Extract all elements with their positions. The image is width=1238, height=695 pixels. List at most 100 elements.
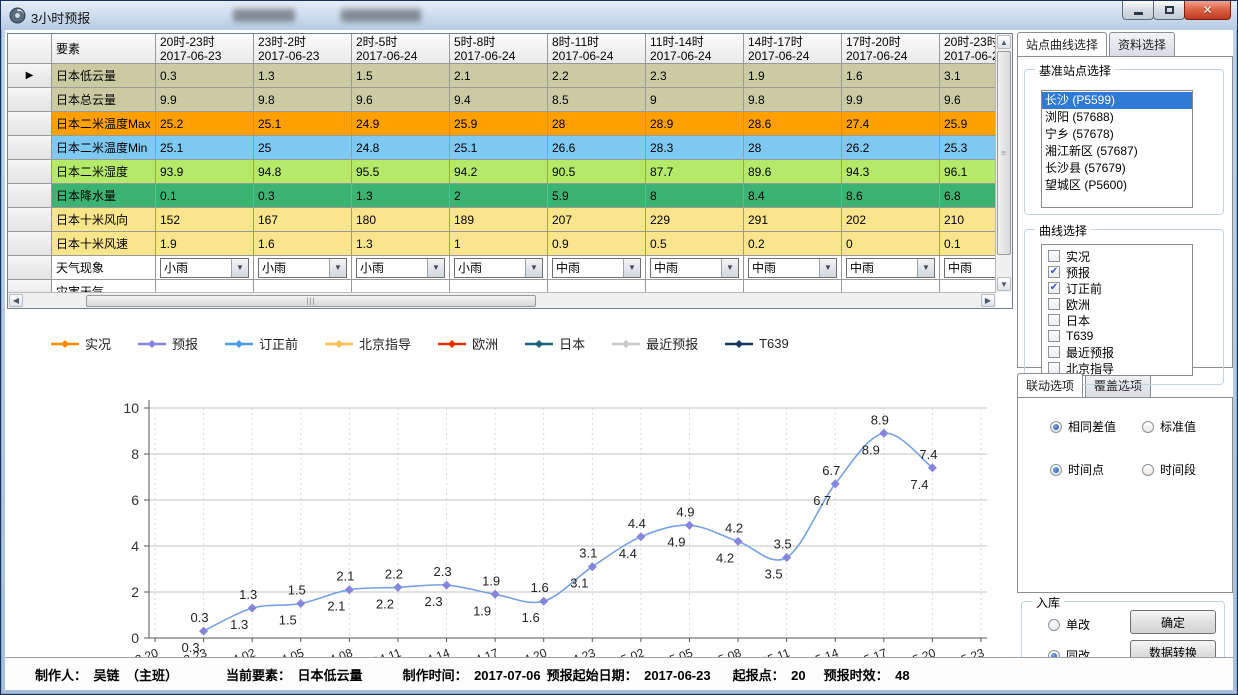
dropdown-button[interactable]: ▼ — [427, 259, 444, 277]
table-cell[interactable]: 26.2 — [842, 136, 940, 160]
table-cell[interactable]: 27.4 — [842, 112, 940, 136]
row-selector-cell[interactable]: ▶ — [8, 64, 52, 88]
table-cell[interactable]: 9.4 — [450, 88, 548, 112]
table-horizontal-scrollbar[interactable]: ◀ ||| ▶ — [8, 292, 996, 308]
curve-checkbox-row[interactable]: 最近预报 — [1048, 344, 1192, 360]
weather-dropdown[interactable]: 小雨▼ — [356, 258, 445, 278]
table-cell[interactable]: 28.9 — [646, 112, 744, 136]
table-cell[interactable]: 229 — [646, 208, 744, 232]
table-cell[interactable]: 8.4 — [744, 184, 842, 208]
table-cell[interactable]: 0.5 — [646, 232, 744, 256]
legend-item[interactable]: T639 — [725, 336, 789, 351]
storage-option-radio[interactable]: 单改 — [1048, 616, 1090, 633]
table-cell[interactable]: 152 — [156, 208, 254, 232]
table-cell[interactable]: 5.9 — [548, 184, 646, 208]
table-cell[interactable]: 1.5 — [352, 64, 450, 88]
table-cell[interactable]: 1.9 — [156, 232, 254, 256]
table-cell[interactable]: 180 — [352, 208, 450, 232]
table-cell[interactable]: 25.1 — [450, 136, 548, 160]
curve-checkbox-row[interactable]: 欧洲 — [1048, 296, 1192, 312]
table-cell[interactable]: 95.5 — [352, 160, 450, 184]
row-selector-cell[interactable] — [8, 256, 52, 280]
table-cell[interactable]: 6.8 — [940, 184, 996, 208]
table-cell[interactable]: 291 — [744, 208, 842, 232]
table-cell[interactable]: 28.6 — [744, 112, 842, 136]
dropdown-button[interactable]: ▼ — [231, 259, 248, 277]
table-cell[interactable] — [548, 280, 646, 292]
weather-dropdown[interactable]: 中雨▼ — [846, 258, 935, 278]
table-cell[interactable] — [156, 280, 254, 292]
table-cell[interactable]: 25.1 — [156, 136, 254, 160]
legend-item[interactable]: 订正前 — [225, 334, 298, 353]
table-cell[interactable]: 2.1 — [450, 64, 548, 88]
table-cell[interactable]: 207 — [548, 208, 646, 232]
minimize-button[interactable] — [1122, 1, 1154, 20]
row-selector-cell[interactable] — [8, 112, 52, 136]
checkbox-icon[interactable] — [1048, 298, 1060, 310]
table-cell[interactable]: 25.2 — [156, 112, 254, 136]
vertical-scroll-thumb[interactable]: ≡ — [997, 51, 1011, 255]
radio-icon[interactable] — [1050, 421, 1062, 433]
checkbox-icon[interactable] — [1048, 314, 1060, 326]
table-cell[interactable]: 0.9 — [548, 232, 646, 256]
curve-checkbox-row[interactable]: ✔预报 — [1048, 264, 1192, 280]
table-cell[interactable]: 28.3 — [646, 136, 744, 160]
table-cell[interactable]: 28 — [744, 136, 842, 160]
checkbox-icon[interactable] — [1048, 250, 1060, 262]
table-cell[interactable]: 2.2 — [548, 64, 646, 88]
table-cell[interactable]: 8.6 — [842, 184, 940, 208]
table-cell[interactable]: 25.9 — [450, 112, 548, 136]
table-cell[interactable]: 93.9 — [156, 160, 254, 184]
table-cell[interactable]: 0.1 — [940, 232, 996, 256]
checkbox-icon[interactable]: ✔ — [1048, 266, 1060, 278]
station-list-item[interactable]: 湘江新区 (57687) — [1042, 143, 1192, 160]
table-cell[interactable]: 2.3 — [646, 64, 744, 88]
dropdown-button[interactable]: ▼ — [525, 259, 542, 277]
station-list-item[interactable]: 浏阳 (57688) — [1042, 109, 1192, 126]
confirm-button[interactable]: 确定 — [1130, 610, 1216, 634]
legend-item[interactable]: 欧洲 — [438, 334, 498, 353]
legend-item[interactable]: 最近预报 — [612, 334, 698, 353]
scroll-up-icon[interactable]: ▲ — [997, 35, 1011, 49]
radio-icon[interactable] — [1142, 421, 1154, 433]
legend-item[interactable]: 北京指导 — [325, 334, 411, 353]
table-cell[interactable]: 94.8 — [254, 160, 352, 184]
table-cell[interactable]: 90.5 — [548, 160, 646, 184]
table-cell[interactable]: 28 — [548, 112, 646, 136]
table-cell[interactable]: 1 — [450, 232, 548, 256]
table-cell[interactable]: 96.1 — [940, 160, 996, 184]
legend-item[interactable]: 实况 — [51, 334, 111, 353]
dropdown-button[interactable]: ▼ — [623, 259, 640, 277]
table-cell[interactable]: 9.9 — [156, 88, 254, 112]
table-cell[interactable]: 24.9 — [352, 112, 450, 136]
table-cell[interactable]: 2 — [450, 184, 548, 208]
table-cell[interactable]: 26.6 — [548, 136, 646, 160]
table-cell[interactable]: 9.6 — [940, 88, 996, 112]
table-cell[interactable]: 25 — [254, 136, 352, 160]
row-selector-cell[interactable] — [8, 136, 52, 160]
table-cell[interactable]: 167 — [254, 208, 352, 232]
table-cell[interactable]: 9.6 — [352, 88, 450, 112]
scroll-right-icon[interactable]: ▶ — [981, 294, 995, 307]
close-button[interactable]: ✕ — [1184, 1, 1231, 20]
table-cell[interactable]: 1.3 — [254, 64, 352, 88]
row-selector-cell[interactable] — [8, 160, 52, 184]
radio-icon[interactable] — [1142, 464, 1154, 476]
tab-data-select[interactable]: 资料选择 — [1109, 32, 1175, 56]
maximize-button[interactable] — [1153, 1, 1185, 20]
station-list-item[interactable]: 宁乡 (57678) — [1042, 126, 1192, 143]
scroll-left-icon[interactable]: ◀ — [9, 294, 23, 307]
weather-dropdown[interactable]: 小雨▼ — [160, 258, 249, 278]
table-cell[interactable]: 8.5 — [548, 88, 646, 112]
station-list-item[interactable]: 长沙 (P5599) — [1042, 92, 1192, 109]
table-cell[interactable]: 9 — [646, 88, 744, 112]
legend-item[interactable]: 日本 — [525, 334, 585, 353]
table-cell[interactable]: 94.2 — [450, 160, 548, 184]
table-cell[interactable]: 1.9 — [744, 64, 842, 88]
dropdown-button[interactable]: ▼ — [329, 259, 346, 277]
table-cell[interactable]: 0.3 — [254, 184, 352, 208]
horizontal-scroll-thumb[interactable]: ||| — [86, 295, 536, 307]
table-cell[interactable] — [940, 280, 996, 292]
table-cell[interactable]: 1.3 — [352, 232, 450, 256]
curve-checkbox-row[interactable]: 日本 — [1048, 312, 1192, 328]
